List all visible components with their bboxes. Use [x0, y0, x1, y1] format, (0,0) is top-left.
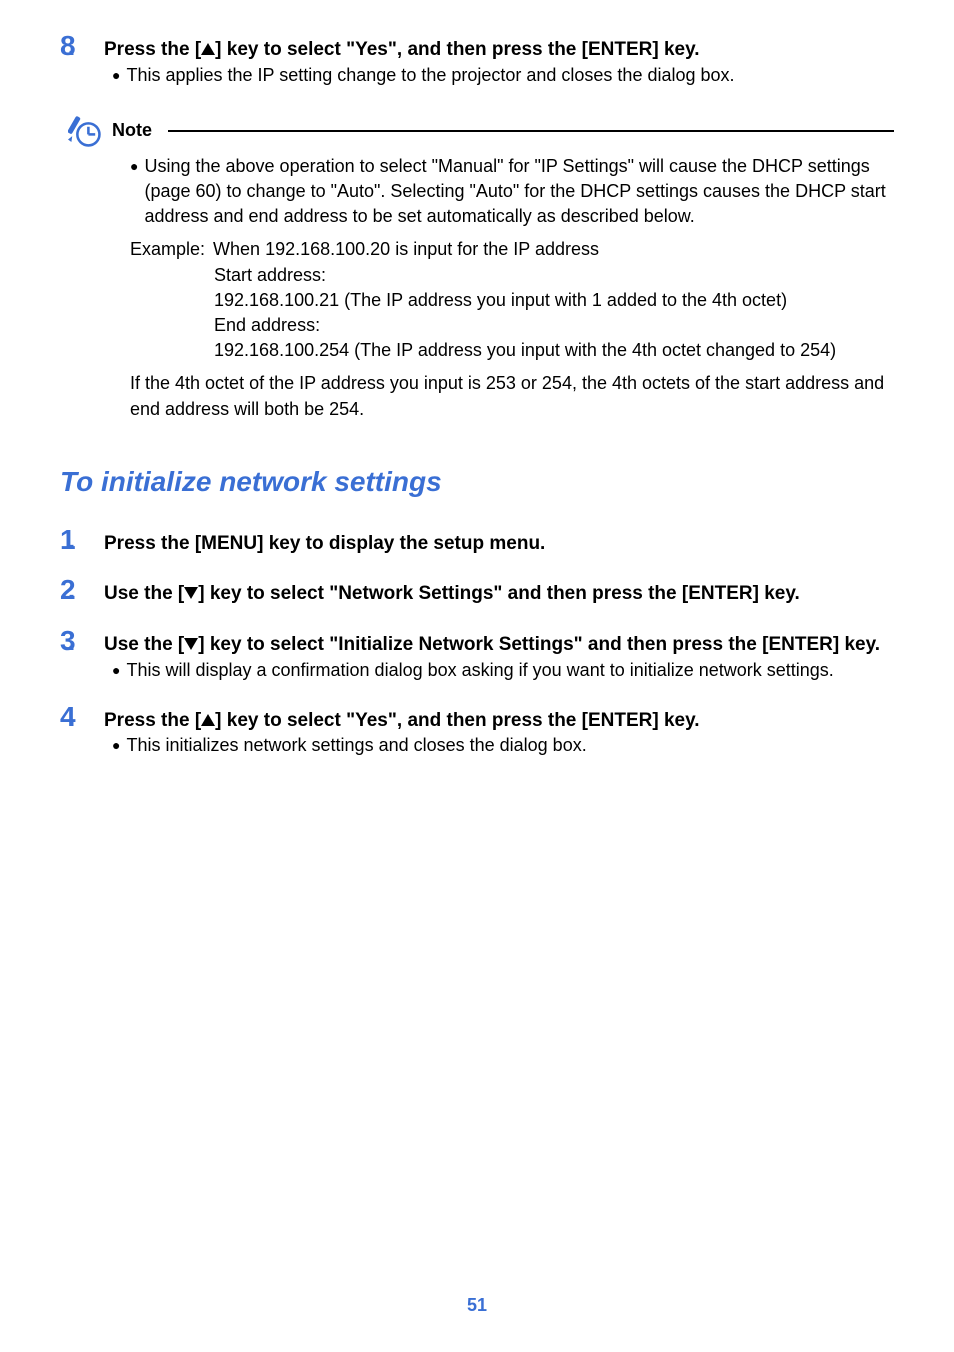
bullet-icon: ● — [130, 154, 138, 230]
bullet-text: This will display a confirmation dialog … — [126, 658, 894, 683]
step-number: 3. — [60, 625, 94, 657]
step-1-head: 1. Press the [MENU] key to display the s… — [60, 524, 894, 557]
note-pencil-icon — [68, 114, 102, 148]
step-1-title: Press the [MENU] key to display the setu… — [104, 531, 545, 557]
end-address-label: End address: — [214, 313, 894, 338]
step-number: 8. — [60, 30, 94, 62]
example-line1: Example: When 192.168.100.20 is input fo… — [130, 237, 894, 262]
step-8-body: ● This applies the IP setting change to … — [112, 63, 894, 88]
up-arrow-icon — [201, 43, 215, 55]
end-address-value: 192.168.100.254 (The IP address you inpu… — [214, 338, 894, 363]
bullet-icon: ● — [112, 63, 120, 88]
step-1: 1. Press the [MENU] key to display the s… — [60, 524, 894, 557]
step-4-title: Press the [] key to select "Yes", and th… — [104, 708, 700, 734]
note-header: Note — [68, 114, 894, 148]
step-4-head: 4. Press the [] key to select "Yes", and… — [60, 701, 894, 734]
note-rule — [168, 130, 894, 132]
step-3-title: Use the [] key to select "Initialize Net… — [104, 632, 880, 658]
note-bullet-text: Using the above operation to select "Man… — [144, 154, 894, 230]
step-number: 2. — [60, 574, 94, 606]
step-2-title: Use the [] key to select "Network Settin… — [104, 581, 800, 607]
step-4-body: ● This initializes network settings and … — [112, 733, 894, 758]
step-4: 4. Press the [] key to select "Yes", and… — [60, 701, 894, 759]
start-address-label: Start address: — [214, 263, 894, 288]
steps-list: 1. Press the [MENU] key to display the s… — [60, 524, 894, 759]
step-8-head: 8. Press the [] key to select "Yes", and… — [60, 30, 894, 63]
step-2-head: 2. Use the [] key to select "Network Set… — [60, 574, 894, 607]
down-arrow-icon — [184, 587, 198, 599]
step-3: 3. Use the [] key to select "Initialize … — [60, 625, 894, 683]
example-when: When 192.168.100.20 is input for the IP … — [213, 237, 599, 262]
bullet-item: ● Using the above operation to select "M… — [130, 154, 894, 230]
example-label: Example: — [130, 237, 205, 262]
step-2: 2. Use the [] key to select "Network Set… — [60, 574, 894, 607]
step-3-body: ● This will display a confirmation dialo… — [112, 658, 894, 683]
bullet-item: ● This will display a confirmation dialo… — [112, 658, 894, 683]
bullet-item: ● This initializes network settings and … — [112, 733, 894, 758]
bullet-icon: ● — [112, 733, 120, 758]
note-body: ● Using the above operation to select "M… — [130, 154, 894, 422]
step-8: 8. Press the [] key to select "Yes", and… — [60, 30, 894, 88]
step-8-title: Press the [] key to select "Yes", and th… — [104, 37, 700, 63]
start-address-value: 192.168.100.21 (The IP address you input… — [214, 288, 894, 313]
step-3-head: 3. Use the [] key to select "Initialize … — [60, 625, 894, 658]
step-number: 1. — [60, 524, 94, 556]
bullet-text: This applies the IP setting change to th… — [126, 63, 894, 88]
page-number: 51 — [0, 1295, 954, 1316]
bullet-item: ● This applies the IP setting change to … — [112, 63, 894, 88]
note-tail: If the 4th octet of the IP address you i… — [130, 371, 894, 421]
note-example: Example: When 192.168.100.20 is input fo… — [130, 237, 894, 363]
bullet-text: This initializes network settings and cl… — [126, 733, 894, 758]
note-label: Note — [112, 120, 152, 141]
up-arrow-icon — [201, 714, 215, 726]
section-title: To initialize network settings — [60, 466, 894, 498]
down-arrow-icon — [184, 638, 198, 650]
step-number: 4. — [60, 701, 94, 733]
note-block: Note ● Using the above operation to sele… — [68, 114, 894, 422]
bullet-icon: ● — [112, 658, 120, 683]
